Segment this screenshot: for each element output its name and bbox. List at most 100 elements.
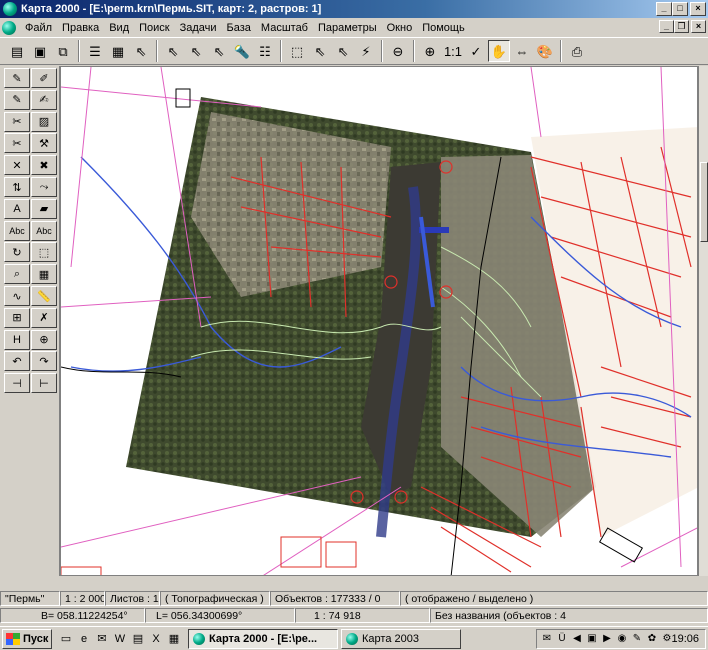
doc-minimize-button[interactable]: _ [659, 20, 674, 33]
outlook-icon[interactable]: ✉ [94, 631, 110, 647]
line-pen-tool[interactable]: ✐ [31, 68, 57, 88]
menu-parameters[interactable]: Параметры [313, 22, 382, 34]
tools-tool[interactable]: ⚒ [31, 133, 57, 154]
table-tool[interactable]: ▦ [31, 264, 57, 285]
rotate-tool[interactable]: ↻ [4, 242, 30, 263]
open-button[interactable]: ▣ [29, 40, 51, 62]
word-icon[interactable]: W [112, 631, 128, 647]
save-button[interactable]: ▦ [107, 40, 129, 62]
select-remove-button[interactable]: ⇖ [185, 40, 207, 62]
document-globe-icon[interactable] [2, 20, 16, 35]
status-coord-b: B= 058.11224254° [0, 608, 145, 623]
snap-tool[interactable]: ⊣ [4, 373, 30, 394]
grid-tool[interactable]: ⊞ [4, 307, 30, 328]
scroll-thumb[interactable] [700, 162, 708, 242]
flash-button[interactable]: ⚡ [355, 40, 377, 62]
zoom-in-button[interactable]: ⊕ [419, 40, 441, 62]
zoom-region-tool[interactable]: ⌕ [4, 264, 30, 285]
pen-tool[interactable]: ✎ [4, 68, 30, 88]
area-tool[interactable]: ▨ [31, 111, 57, 132]
copy-button[interactable]: ⧉ [52, 40, 74, 62]
select-add-icon: ⇖ [167, 43, 179, 59]
palette-button[interactable]: 🎨 [534, 40, 556, 62]
move-button[interactable]: ⇔ [511, 40, 533, 62]
undo-tool[interactable]: ↶ [4, 351, 30, 372]
edit-pen-tool[interactable]: ✎ [4, 89, 30, 110]
tray-c-icon[interactable]: ✎ [630, 632, 644, 646]
desktop-icon[interactable]: ▭ [58, 631, 74, 647]
menu-edit[interactable]: Правка [57, 22, 104, 34]
map-canvas[interactable] [61, 67, 698, 576]
tray-b-icon[interactable]: ▣ [585, 632, 599, 646]
curve-tool[interactable]: ∿ [4, 286, 30, 306]
text-abc-frame-tool[interactable]: Abc [31, 220, 57, 241]
cut-tool[interactable]: ✂ [4, 111, 30, 132]
frame-select-button[interactable]: ⬚ [286, 40, 308, 62]
doc-close-button[interactable]: × [691, 20, 706, 33]
explorer-icon[interactable]: ▤ [130, 631, 146, 647]
minimize-button[interactable]: _ [656, 2, 672, 16]
pen-green-tool[interactable]: ✍ [31, 89, 57, 110]
print-button[interactable]: ⎙ [566, 40, 588, 62]
taskbar: Пуск ▭ e ✉ W ▤ X ▦ Карта 2000 - [E:\pe... Карта… [0, 626, 708, 650]
status-selection: Без названия (объектов : 4 [430, 608, 708, 623]
select-button[interactable]: ⇖ [130, 40, 152, 62]
check-button[interactable]: ✓ [465, 40, 487, 62]
maximize-button[interactable]: □ [672, 2, 688, 16]
arrows-tool[interactable]: ⇅ [4, 177, 30, 197]
scissors-tool[interactable]: ✂ [4, 133, 30, 154]
excel-icon[interactable]: X [148, 631, 164, 647]
zoom-1-1-button[interactable]: 1:1 [442, 40, 464, 62]
calc-icon[interactable]: ▦ [166, 631, 182, 647]
task-button[interactable]: Карта 2003 [341, 628, 461, 649]
hand-button[interactable]: ✋ [488, 40, 510, 62]
tray-a-icon[interactable]: Ü [555, 632, 569, 646]
menu-search[interactable]: Поиск [134, 22, 174, 34]
layers-button[interactable]: ☰ [84, 40, 106, 62]
map-view[interactable] [60, 66, 698, 576]
eraser-tool[interactable]: ▰ [31, 198, 57, 219]
mail-icon[interactable]: ✉ [540, 632, 554, 646]
doc-restore-button[interactable]: ❐ [674, 20, 689, 33]
select-point-button[interactable]: ⇖ [208, 40, 230, 62]
status-sheets: Листов : 1 [105, 591, 160, 606]
vertical-scrollbar[interactable] [698, 66, 708, 576]
menu-view[interactable]: Вид [104, 22, 134, 34]
delete-tool[interactable]: ✕ [4, 155, 30, 176]
tray-d-icon[interactable]: ✿ [645, 632, 659, 646]
start-button[interactable]: Пуск [2, 628, 52, 649]
ruler-icon: 📏 [37, 290, 51, 303]
select-box-tool[interactable]: ⬚ [31, 242, 57, 263]
title-bar[interactable]: Карта 2000 - [E:\perm.krn\Пермь.SIT, кар… [0, 0, 708, 18]
new-map-button[interactable]: ▤ [6, 40, 28, 62]
branch-tool[interactable]: ⤳ [31, 177, 57, 197]
menu-help[interactable]: Помощь [417, 22, 470, 34]
list-button[interactable]: ☷ [254, 40, 276, 62]
menu-database[interactable]: База [222, 22, 256, 34]
redo-tool[interactable]: ↷ [31, 351, 57, 372]
palette-icon: 🎨 [536, 43, 554, 59]
volume-icon[interactable]: ◀ [570, 632, 584, 646]
ruler-tool[interactable]: 📏 [31, 286, 57, 306]
menu-tasks[interactable]: Задачи [175, 22, 222, 34]
media-icon[interactable]: ▶ [600, 632, 614, 646]
flashlight-button[interactable]: 🔦 [231, 40, 253, 62]
globe-add-tool[interactable]: ⊕ [31, 329, 57, 350]
deselect-button[interactable]: ⇖ [332, 40, 354, 62]
menu-scale[interactable]: Масштаб [256, 22, 313, 34]
text-abc-tool[interactable]: Abc [4, 220, 30, 241]
ie-icon[interactable]: e [76, 631, 92, 647]
zoom-out-button[interactable]: ⊖ [387, 40, 409, 62]
close-button[interactable]: × [690, 2, 706, 16]
antivirus-icon[interactable]: ◉ [615, 632, 629, 646]
height-tool[interactable]: H [4, 329, 30, 350]
cross-tool[interactable]: ✗ [31, 307, 57, 328]
menu-file[interactable]: Файл [20, 22, 57, 34]
select-frame-button[interactable]: ⇖ [309, 40, 331, 62]
text-a-tool[interactable]: A [4, 198, 30, 219]
task-button[interactable]: Карта 2000 - [E:\pe... [188, 628, 338, 649]
select-add-button[interactable]: ⇖ [162, 40, 184, 62]
menu-window[interactable]: Окно [382, 22, 418, 34]
delete-point-tool[interactable]: ✖ [31, 155, 57, 176]
align-tool[interactable]: ⊢ [31, 373, 57, 394]
